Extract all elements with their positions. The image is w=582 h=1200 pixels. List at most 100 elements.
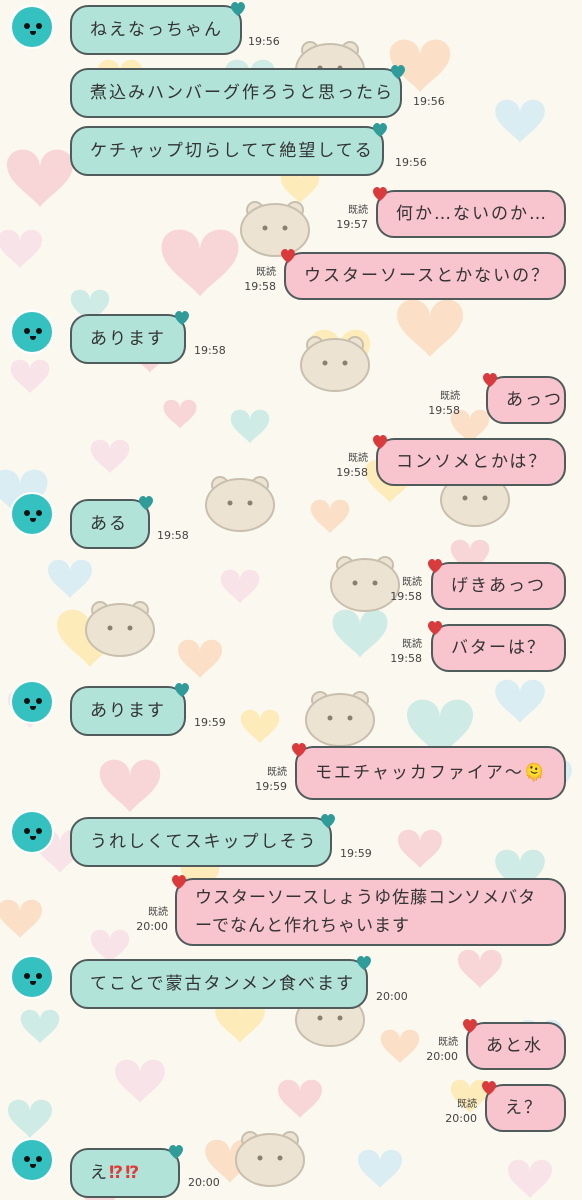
message-meta: 既読 19:57 (336, 204, 368, 232)
message-meta: 既読 19:58 (244, 266, 276, 294)
message-meta: 既読 19:59 (255, 766, 287, 794)
sender-avatar[interactable] (10, 955, 54, 999)
message-timestamp: 19:56 (395, 156, 427, 169)
message-timestamp: 19:58 (157, 529, 189, 542)
message-timestamp: 19:58 (390, 652, 422, 665)
message-text: うれしくてスキップしそう (90, 832, 318, 852)
message-meta: 19:58 (194, 344, 226, 358)
message-meta: 19:59 (340, 847, 372, 861)
incoming-message-bubble[interactable]: ある (70, 496, 153, 549)
message-meta: 既読 19:58 (390, 638, 422, 666)
message-text: え？ (505, 1098, 543, 1118)
sender-avatar[interactable] (10, 680, 54, 724)
message-text: え (90, 1163, 109, 1183)
read-receipt: 既読 (267, 767, 287, 778)
outgoing-message-bubble[interactable]: 何か…ないのか… (373, 187, 566, 238)
bubble-heart-icon (373, 187, 387, 201)
bubble-heart-icon (373, 123, 387, 137)
message-text: バターは？ (451, 638, 546, 658)
bubble-heart-icon (292, 743, 306, 757)
message-meta: 19:58 (157, 529, 189, 543)
outgoing-message-bubble[interactable]: あと水 (463, 1019, 566, 1070)
message-timestamp: 19:58 (428, 404, 460, 417)
outgoing-message-bubble[interactable]: バターは？ (428, 621, 566, 672)
sender-avatar[interactable] (10, 810, 54, 854)
bubble-heart-icon (175, 683, 189, 697)
message-meta: 19:56 (413, 95, 445, 109)
incoming-message-bubble[interactable]: ケチャップ切らしてて絶望してる (70, 123, 387, 176)
incoming-message-bubble[interactable]: 煮込みハンバーグ作ろうと思ったら (70, 65, 405, 118)
sender-avatar[interactable] (10, 310, 54, 354)
bubble-heart-icon (428, 621, 442, 635)
message-meta: 19:56 (248, 35, 280, 49)
bubble-heart-icon (483, 373, 497, 387)
sender-avatar[interactable] (10, 1138, 54, 1182)
outgoing-message-bubble[interactable]: ウスターソースとかないの？ (281, 249, 566, 300)
message-meta: 既読 19:58 (336, 452, 368, 480)
message-meta: 20:00 (188, 1176, 220, 1190)
read-receipt: 既読 (457, 1099, 477, 1110)
message-timestamp: 20:00 (445, 1112, 477, 1125)
read-receipt: 既読 (402, 639, 422, 650)
message-meta: 既読 19:58 (390, 576, 422, 604)
bubble-heart-icon (482, 1081, 496, 1095)
message-text: あっつ (506, 390, 563, 410)
sender-avatar[interactable] (10, 492, 54, 536)
incoming-message-bubble[interactable]: うれしくてスキップしそう (70, 814, 335, 867)
message-timestamp: 20:00 (376, 990, 408, 1003)
message-meta: 既読 19:58 (428, 390, 460, 418)
outgoing-message-bubble[interactable]: コンソメとかは？ (373, 435, 566, 486)
outgoing-message-bubble[interactable]: ウスターソースしょうゆ佐藤コンソメバターでなんと作れちゃいます (172, 875, 566, 946)
message-timestamp: 19:56 (248, 35, 280, 48)
read-receipt: 既読 (438, 1037, 458, 1048)
message-text: 煮込みハンバーグ作ろうと思ったら (90, 83, 394, 103)
bubble-heart-icon (175, 311, 189, 325)
bubble-heart-icon (281, 249, 295, 263)
sender-avatar[interactable] (10, 5, 54, 49)
message-timestamp: 19:58 (194, 344, 226, 357)
message-timestamp: 19:59 (340, 847, 372, 860)
message-meta: 19:56 (395, 156, 427, 170)
message-text: げきあっつ (451, 576, 546, 596)
interrobang-icon: ⁉⁉ (109, 1163, 142, 1183)
bubble-heart-icon (373, 435, 387, 449)
message-timestamp: 19:59 (194, 716, 226, 729)
message-timestamp: 19:57 (336, 218, 368, 231)
message-timestamp: 19:56 (413, 95, 445, 108)
read-receipt: 既読 (348, 205, 368, 216)
incoming-message-bubble[interactable]: てことで蒙古タンメン食べます (70, 956, 371, 1009)
bubble-heart-icon (357, 956, 371, 970)
message-text: あと水 (486, 1036, 543, 1056)
incoming-message-bubble[interactable]: あります (70, 683, 189, 736)
message-timestamp: 19:59 (255, 780, 287, 793)
message-text: あります (90, 329, 166, 349)
message-text: コンソメとかは？ (396, 452, 548, 472)
message-meta: 20:00 (376, 990, 408, 1004)
message-timestamp: 19:58 (244, 280, 276, 293)
message-meta: 既読 20:00 (445, 1098, 477, 1126)
message-text: てことで蒙古タンメン食べます (90, 974, 355, 994)
outgoing-message-bubble[interactable]: え？ (482, 1081, 566, 1132)
message-timestamp: 20:00 (136, 920, 168, 933)
message-text: ウスターソースとかないの？ (304, 266, 551, 286)
bubble-heart-icon (321, 814, 335, 828)
message-text: あります (90, 701, 166, 721)
message-meta: 既読 20:00 (426, 1036, 458, 1064)
bubble-heart-icon (172, 875, 186, 889)
melting-face-emoji-icon: 🫠 (523, 763, 548, 783)
outgoing-message-bubble[interactable]: げきあっつ (428, 559, 566, 610)
outgoing-message-bubble[interactable]: モエチャッカファイア〜🫠 (292, 743, 566, 800)
incoming-message-bubble[interactable]: あります (70, 311, 189, 364)
bubble-heart-icon (139, 496, 153, 510)
bubble-heart-icon (428, 559, 442, 573)
incoming-message-bubble[interactable]: え⁉⁉ (70, 1145, 183, 1198)
read-receipt: 既読 (148, 907, 168, 918)
message-timestamp: 19:58 (336, 466, 368, 479)
outgoing-message-bubble[interactable]: あっつ (483, 373, 566, 424)
message-text: 何か…ないのか… (396, 204, 548, 224)
message-timestamp: 20:00 (426, 1050, 458, 1063)
chat-message-list[interactable]: ねえなっちゃん 19:56 煮込みハンバーグ作ろうと思ったら 19:56 ケチャップ切ら… (0, 0, 582, 1200)
read-receipt: 既読 (440, 391, 460, 402)
message-text: ウスターソースしょうゆ佐藤コンソメバターでなんと作れちゃいます (195, 888, 537, 936)
incoming-message-bubble[interactable]: ねえなっちゃん (70, 2, 245, 55)
